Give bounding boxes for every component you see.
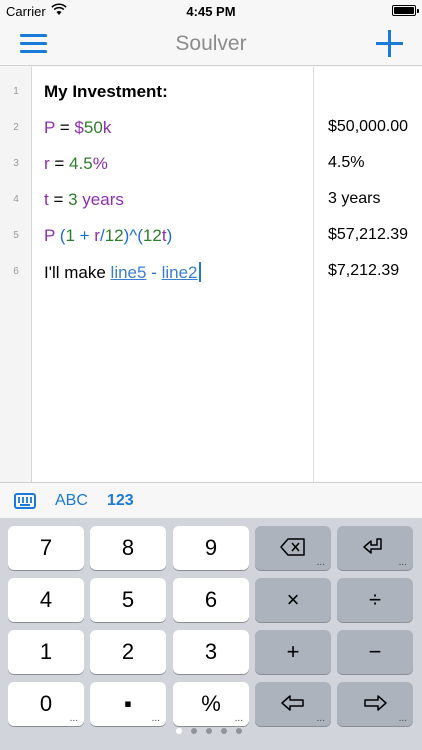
- numeric-keypad: 7 8 9 ... ... 4 5 6 × ÷ 1 2 3 + − 0 ... …: [0, 518, 422, 750]
- key-0[interactable]: 0 ...: [8, 682, 84, 726]
- number-token: 1: [65, 226, 75, 245]
- line-answer[interactable]: $50,000.00: [328, 118, 408, 136]
- keyboard-icon[interactable]: [14, 493, 36, 509]
- sheet-line-5[interactable]: 5 P (1 + r/12)^(12t) $57,212.39: [0, 215, 422, 251]
- equals-token: =: [48, 190, 69, 209]
- keyboard-mode-bar: ABC 123: [0, 482, 422, 518]
- page-dot[interactable]: [206, 728, 212, 734]
- divide-key[interactable]: ÷: [337, 578, 413, 622]
- backspace-key[interactable]: ...: [255, 526, 331, 570]
- line-number: 1: [13, 86, 19, 97]
- navigation-bar: Soulver: [0, 22, 422, 66]
- plus-key[interactable]: +: [255, 630, 331, 674]
- line-expression[interactable]: t = 3 years: [44, 190, 124, 210]
- line-expression[interactable]: P = $50k: [44, 118, 111, 138]
- key-8[interactable]: 8: [90, 526, 166, 570]
- key-4[interactable]: 4: [8, 578, 84, 622]
- return-key[interactable]: ...: [337, 526, 413, 570]
- operator-token: -: [146, 263, 162, 282]
- number-token: 12: [142, 226, 162, 245]
- line-reference-token[interactable]: line5: [111, 263, 147, 282]
- sheet-line-6[interactable]: 6 I'll make line5 - line2 $7,212.39: [0, 251, 422, 287]
- line-number: 6: [13, 266, 19, 277]
- key-5[interactable]: 5: [90, 578, 166, 622]
- currency-token: $: [74, 118, 84, 137]
- number-token: 12: [104, 226, 124, 245]
- line-answer[interactable]: $7,212.39: [328, 262, 399, 280]
- line-number: 3: [13, 158, 19, 169]
- line-number: 2: [13, 122, 19, 133]
- line-number: 4: [13, 194, 19, 205]
- suffix-token: k: [102, 118, 112, 137]
- operator-token: (: [55, 226, 66, 245]
- key-9[interactable]: 9: [173, 526, 249, 570]
- sheet-line-3[interactable]: 3 r = 4.5% 4.5%: [0, 143, 422, 179]
- line-answer[interactable]: 3 years: [328, 190, 380, 208]
- equals-token: =: [55, 118, 75, 137]
- percent-key[interactable]: % ...: [173, 682, 249, 726]
- line-expression[interactable]: I'll make line5 - line2: [44, 262, 201, 283]
- sheet-line-2[interactable]: 2 P = $50k $50,000.00: [0, 107, 422, 143]
- line-answer[interactable]: $57,212.39: [328, 226, 408, 244]
- page-dot[interactable]: [236, 728, 242, 734]
- key-2[interactable]: 2: [90, 630, 166, 674]
- key-1[interactable]: 1: [8, 630, 84, 674]
- line-reference-token[interactable]: line2: [162, 263, 198, 282]
- percent-token: %: [92, 154, 108, 173]
- operator-token: )^(: [123, 226, 143, 245]
- cursor-right-key[interactable]: ...: [337, 682, 413, 726]
- text-cursor: [198, 262, 201, 282]
- text-token: I'll make: [44, 263, 111, 282]
- abc-mode-button[interactable]: ABC: [55, 492, 88, 510]
- status-bar: Carrier 4:45 PM: [0, 0, 422, 22]
- line-expression[interactable]: P (1 + r/12)^(12t): [44, 226, 172, 246]
- page-dot[interactable]: [176, 728, 182, 734]
- keypad-page-indicator[interactable]: [0, 726, 422, 736]
- clock: 4:45 PM: [186, 4, 236, 19]
- key-7[interactable]: 7: [8, 526, 84, 570]
- operator-token: ): [166, 226, 173, 245]
- battery-icon: [392, 5, 419, 16]
- arrow-right-icon: [364, 695, 387, 711]
- plus-icon[interactable]: [376, 30, 403, 57]
- multiply-key[interactable]: ×: [255, 578, 331, 622]
- sheet-line-1[interactable]: 1 My Investment:: [0, 71, 422, 107]
- variable-token: P: [44, 118, 56, 137]
- numeric-mode-button[interactable]: 123: [107, 492, 134, 510]
- decimal-point-key[interactable]: ▪ ...: [90, 682, 166, 726]
- cursor-left-key[interactable]: ...: [255, 682, 331, 726]
- page-dot[interactable]: [221, 728, 227, 734]
- line-expression[interactable]: r = 4.5%: [44, 154, 108, 174]
- line-expression[interactable]: My Investment:: [44, 82, 168, 102]
- number-token: 50: [83, 118, 103, 137]
- line-answer[interactable]: 4.5%: [328, 154, 364, 172]
- number-token: 3: [68, 190, 78, 209]
- minus-key[interactable]: −: [337, 630, 413, 674]
- backspace-icon: [280, 538, 305, 556]
- unit-token: years: [77, 190, 124, 209]
- key-6[interactable]: 6: [173, 578, 249, 622]
- calculation-sheet[interactable]: 1 My Investment: 2 P = $50k $50,000.00 3…: [0, 67, 422, 482]
- number-token: 4.5: [69, 154, 93, 173]
- operator-token: +: [74, 226, 95, 245]
- sheet-line-4[interactable]: 4 t = 3 years 3 years: [0, 179, 422, 215]
- line-number: 5: [13, 230, 19, 241]
- arrow-left-icon: [281, 695, 304, 711]
- return-icon: [363, 538, 382, 554]
- equals-token: =: [49, 154, 70, 173]
- variable-token: P: [44, 226, 56, 245]
- page-dot[interactable]: [191, 728, 197, 734]
- key-3[interactable]: 3: [173, 630, 249, 674]
- app-title: Soulver: [175, 32, 247, 55]
